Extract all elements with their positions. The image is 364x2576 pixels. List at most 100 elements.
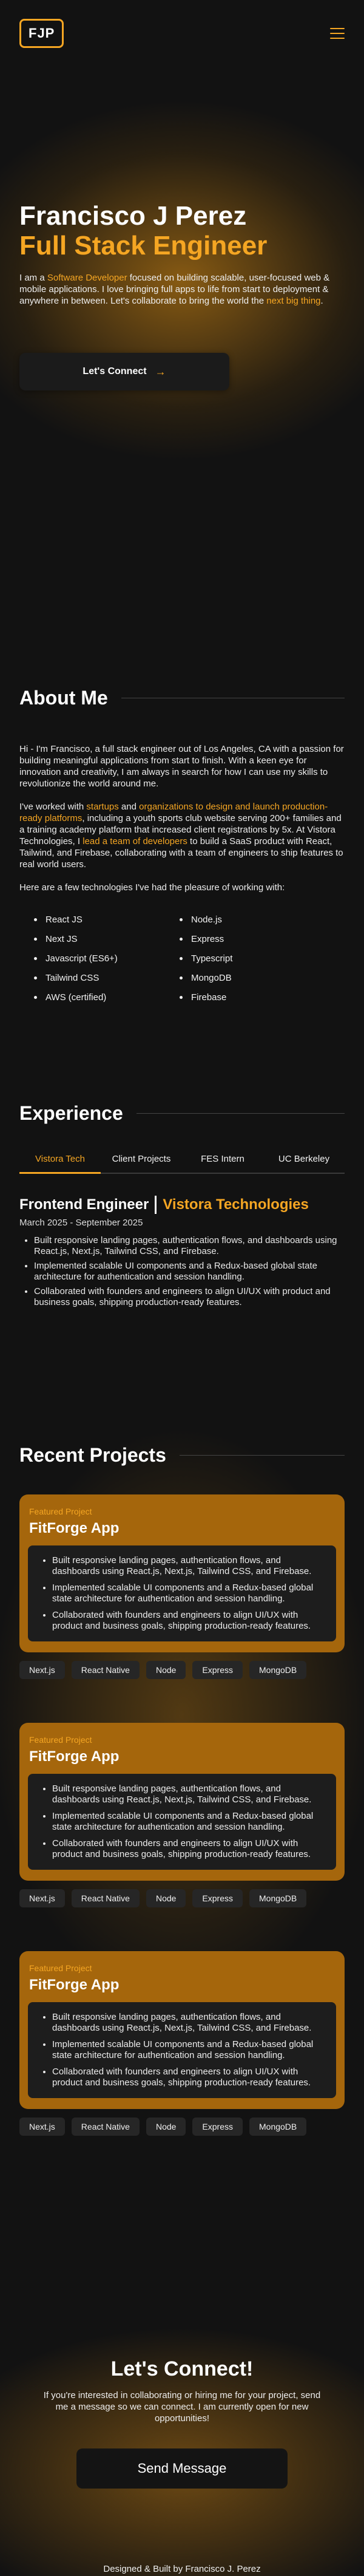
tab-client-projects[interactable]: Client Projects xyxy=(101,1154,182,1173)
contact-section: Let's Connect! If you're interested in c… xyxy=(0,2357,364,2574)
send-message-button[interactable]: Send Message xyxy=(76,2448,288,2489)
about-heading: About Me xyxy=(19,687,108,709)
about-body: Hi - I'm Francisco, a full stack enginee… xyxy=(0,709,364,893)
job-header: Frontend Engineer Vistora Technologies xyxy=(19,1196,345,1214)
project-bullet: Implemented scalable UI components and a… xyxy=(52,1583,326,1604)
tech-tag: React Native xyxy=(71,1661,140,1679)
tech-item: Firebase xyxy=(180,987,325,1007)
project-tags: Next.js React Native Node Express MongoDB xyxy=(19,1889,345,1907)
project-bullet: Built responsive landing pages, authenti… xyxy=(52,1555,326,1577)
tech-tag: Node xyxy=(146,2118,186,2136)
tech-item: AWS (certified) xyxy=(34,987,180,1007)
job-company: Vistora Technologies xyxy=(163,1196,309,1213)
project-tags: Next.js React Native Node Express MongoDB xyxy=(19,1661,345,1679)
tech-tag: Express xyxy=(192,2118,243,2136)
tech-item: Javascript (ES6+) xyxy=(34,949,180,968)
project-bullet: Collaborated with founders and engineers… xyxy=(52,1838,326,1860)
project-card[interactable]: Featured Project FitForge App Built respon… xyxy=(19,1723,345,1881)
job-separator xyxy=(155,1196,157,1214)
project-list: Featured Project FitForge App Built respon… xyxy=(0,1494,364,2136)
experience-section: Experience Vistora Tech Client Projects FE… xyxy=(0,1102,364,1444)
tech-tag: MongoDB xyxy=(249,1661,307,1679)
projects-heading-row: Recent Projects xyxy=(0,1444,364,1467)
about-paragraph-1: Hi - I'm Francisco, a full stack enginee… xyxy=(19,744,344,789)
lets-connect-label: Let's Connect xyxy=(83,366,147,377)
divider xyxy=(179,1455,345,1456)
project-item: Featured Project FitForge App Built respon… xyxy=(19,1723,345,1907)
job-bullet: Implemented scalable UI components and a… xyxy=(34,1261,345,1283)
job-dates: March 2025 - September 2025 xyxy=(19,1218,143,1228)
tech-item: React JS xyxy=(34,910,180,929)
hero-next-big-thing: next big thing xyxy=(266,296,321,306)
project-bullet: Built responsive landing pages, authenti… xyxy=(52,1784,326,1805)
project-bullet: Implemented scalable UI components and a… xyxy=(52,1811,326,1833)
divider xyxy=(136,1113,345,1114)
hero-title: Full Stack Engineer xyxy=(19,231,268,261)
project-name: FitForge App xyxy=(29,1520,120,1536)
about-heading-row: About Me xyxy=(0,687,364,709)
logo[interactable]: FJP xyxy=(19,19,64,48)
tech-tag: Next.js xyxy=(19,1889,65,1907)
experience-heading: Experience xyxy=(19,1102,123,1124)
hero-section: Francisco J Perez Full Stack Engineer I … xyxy=(0,67,364,687)
contact-text: If you're interested in collaborating or… xyxy=(43,2390,321,2424)
project-card[interactable]: Featured Project FitForge App Built respon… xyxy=(19,1494,345,1652)
project-label: Featured Project xyxy=(29,1963,92,1973)
project-description: Built responsive landing pages, authenti… xyxy=(28,1774,336,1870)
tech-tag: Next.js xyxy=(19,2118,65,2136)
job-bullets: Built responsive landing pages, authenti… xyxy=(19,1235,345,1308)
lead-team-link[interactable]: lead a team of developers xyxy=(83,836,187,847)
projects-heading: Recent Projects xyxy=(19,1444,166,1466)
experience-tabs: Vistora Tech Client Projects FES Intern UC … xyxy=(19,1154,345,1174)
about-paragraph-3: Here are a few technologies I've had the… xyxy=(19,882,285,893)
experience-heading-row: Experience xyxy=(0,1102,364,1125)
tech-list: React JS Node.js Next JS Express Javascript … xyxy=(0,905,364,1007)
job-role: Frontend Engineer xyxy=(19,1196,149,1213)
tech-tag: Express xyxy=(192,1889,243,1907)
project-item: Featured Project FitForge App Built respon… xyxy=(19,1951,345,2136)
tech-item: Next JS xyxy=(34,929,180,949)
about-section: About Me Hi - I'm Francisco, a full stac… xyxy=(0,687,364,1102)
tech-item: MongoDB xyxy=(180,968,325,987)
tab-uc-berkeley[interactable]: UC Berkeley xyxy=(263,1154,345,1173)
job-bullet: Built responsive landing pages, authenti… xyxy=(34,1235,345,1257)
project-name: FitForge App xyxy=(29,1977,120,1993)
project-bullet: Built responsive landing pages, authenti… xyxy=(52,2012,326,2034)
about-paragraph-2: I've worked with startups and organizati… xyxy=(19,802,343,870)
tab-fes-intern[interactable]: FES Intern xyxy=(182,1154,263,1173)
contact-heading: Let's Connect! xyxy=(110,2357,254,2380)
footer-credit: Designed & Built by Francisco J. Perez xyxy=(103,2564,261,2574)
tech-tag: Next.js xyxy=(19,1661,65,1679)
tech-tag: MongoDB xyxy=(249,2118,307,2136)
project-tags: Next.js React Native Node Express MongoDB xyxy=(19,2118,345,2136)
tech-item: Node.js xyxy=(180,910,325,929)
tab-vistora-tech[interactable]: Vistora Tech xyxy=(19,1154,101,1174)
tech-item: Typescript xyxy=(180,949,325,968)
job-bullet: Collaborated with founders and engineers… xyxy=(34,1286,345,1308)
project-item: Featured Project FitForge App Built respon… xyxy=(19,1494,345,1679)
tech-item: Tailwind CSS xyxy=(34,968,180,987)
tech-tag: Node xyxy=(146,1889,186,1907)
project-description: Built responsive landing pages, authenti… xyxy=(28,2002,336,2098)
project-label: Featured Project xyxy=(29,1507,92,1516)
project-bullet: Implemented scalable UI components and a… xyxy=(52,2039,326,2061)
project-bullet: Collaborated with founders and engineers… xyxy=(52,1610,326,1632)
project-card[interactable]: Featured Project FitForge App Built respon… xyxy=(19,1951,345,2109)
tech-tag: Express xyxy=(192,1661,243,1679)
arrow-right-icon: → xyxy=(155,365,166,378)
project-bullet: Collaborated with founders and engineers… xyxy=(52,2067,326,2088)
tech-tag: React Native xyxy=(71,1889,140,1907)
lets-connect-button[interactable]: Let's Connect → xyxy=(19,353,229,390)
job-details: Frontend Engineer Vistora Technologies M… xyxy=(0,1174,364,1308)
projects-section: Recent Projects Featured Project FitForge… xyxy=(0,1444,364,2357)
project-name: FitForge App xyxy=(29,1748,120,1765)
tech-tag: React Native xyxy=(71,2118,140,2136)
site-header: FJP xyxy=(0,0,364,67)
tech-tag: Node xyxy=(146,1661,186,1679)
tech-item: Express xyxy=(180,929,325,949)
hamburger-menu-icon[interactable] xyxy=(330,28,345,39)
project-description: Built responsive landing pages, authenti… xyxy=(28,1545,336,1641)
startups-link[interactable]: startups xyxy=(86,802,118,812)
hero-description: I am a Software Developer focused on bui… xyxy=(19,273,330,306)
portfolio-page: FJP Francisco J Perez Full Stack Enginee… xyxy=(0,0,364,2576)
